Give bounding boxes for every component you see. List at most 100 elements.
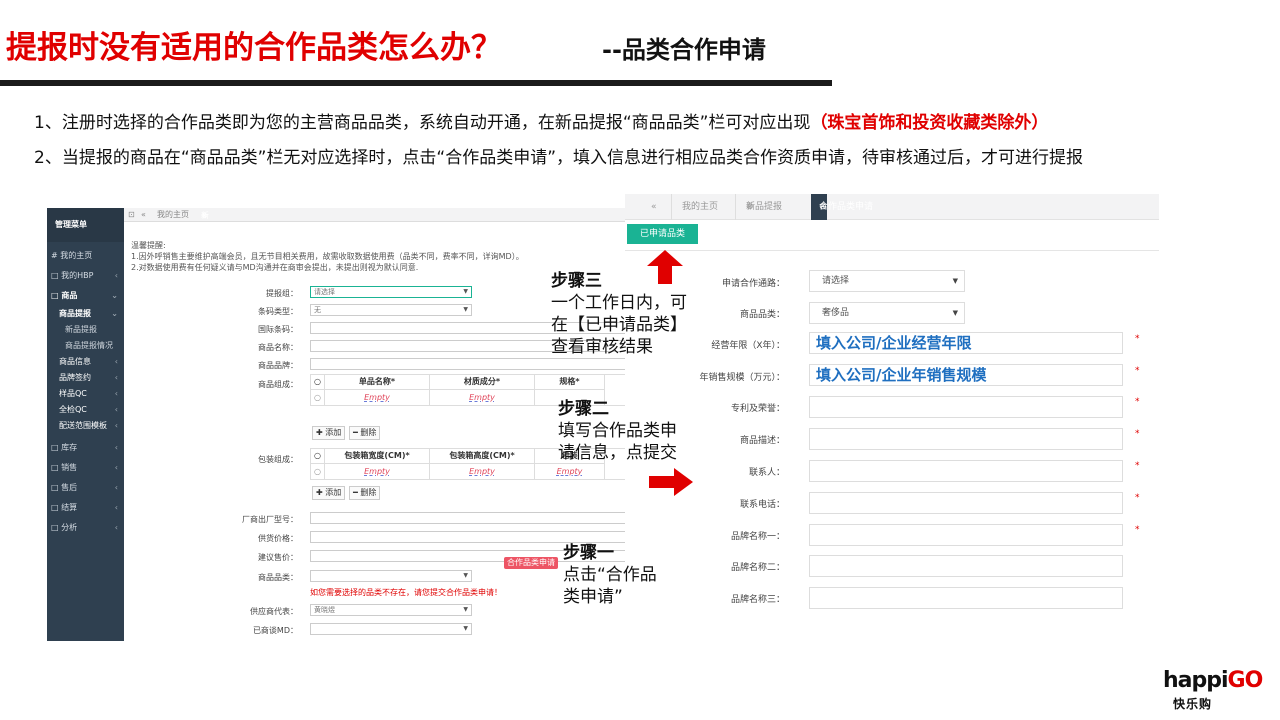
column-header: 规格* bbox=[535, 375, 605, 389]
sidebar-item-product[interactable]: □ 商品 ⌄ bbox=[47, 286, 124, 306]
chevron-down-icon: ⌄ bbox=[111, 291, 118, 300]
tab-cooperation-apply[interactable]: 合作品类申请 ⊗ bbox=[811, 194, 873, 220]
close-icon[interactable]: ⊗ bbox=[819, 194, 827, 220]
divider bbox=[625, 250, 1159, 251]
report-group-select[interactable]: 请选择 ▼ bbox=[310, 286, 472, 298]
required-mark: * bbox=[1135, 493, 1140, 503]
md-select[interactable]: ▼ bbox=[310, 623, 472, 635]
column-header: 包装箱高度(CM)* bbox=[430, 449, 535, 463]
tab-new-report[interactable]: 新品提报 ⊗ bbox=[735, 194, 782, 220]
table-cell[interactable]: Empty bbox=[430, 389, 535, 405]
chevron-left-icon: ‹ bbox=[114, 463, 118, 472]
years-input[interactable]: 填入公司/企业经营年限 bbox=[809, 332, 1123, 354]
product-desc-input[interactable] bbox=[809, 428, 1123, 450]
table-cell[interactable]: Empty bbox=[535, 463, 605, 479]
barcode-type-select[interactable]: 无 ▼ bbox=[310, 304, 472, 316]
row-select-icon[interactable]: ○ bbox=[311, 463, 325, 479]
sidebar-item-aftersale[interactable]: □ 售后 ‹ bbox=[47, 478, 124, 498]
tab-scroll-icon[interactable]: ⊡ bbox=[128, 209, 135, 221]
required-mark: * bbox=[1135, 429, 1140, 439]
channel-select[interactable]: 请选择 ▼ bbox=[809, 270, 965, 292]
step-1-annotation: 步骤一 点击“合作品 类申请” bbox=[563, 542, 657, 608]
sidebar-item-product-report[interactable]: 商品提报 ⌄ bbox=[47, 306, 124, 322]
table-cell[interactable]: Empty bbox=[325, 463, 430, 479]
sidebar-item-label: 商品信息 bbox=[59, 357, 91, 366]
sidebar-item-new-report[interactable]: 新品提报 bbox=[47, 322, 124, 338]
brand-name-2-input[interactable] bbox=[809, 555, 1123, 577]
tab-label: 合作品类申请 bbox=[819, 202, 874, 212]
logo-wordmark: happiGO bbox=[1163, 668, 1264, 693]
product-brand-input[interactable] bbox=[310, 358, 627, 370]
contact-input[interactable] bbox=[809, 460, 1123, 482]
brand-name-1-input[interactable] bbox=[809, 524, 1123, 546]
field-label: 供货价格： bbox=[258, 534, 298, 543]
row-select-icon: ○ bbox=[311, 375, 325, 389]
select-value: 无 bbox=[314, 306, 321, 314]
brand-name-3-input[interactable] bbox=[809, 587, 1123, 609]
field-label: 国际条码： bbox=[258, 325, 298, 334]
sidebar-item-sample-qc[interactable]: 样品QC ‹ bbox=[47, 386, 124, 402]
plus-icon: ✚ bbox=[316, 428, 323, 437]
table-cell[interactable]: Empty bbox=[325, 389, 430, 405]
caret-down-icon: ▼ bbox=[952, 277, 958, 285]
chevron-left-icon: ‹ bbox=[114, 483, 118, 492]
double-left-icon[interactable]: « bbox=[141, 209, 146, 221]
button-label: 删除 bbox=[360, 428, 377, 437]
required-mark: * bbox=[1135, 397, 1140, 407]
happigo-logo: happiGO 快乐购 bbox=[1163, 668, 1275, 712]
tab-home[interactable]: 我的主页 bbox=[157, 209, 189, 221]
sidebar-item-settlement[interactable]: □ 结算 ‹ bbox=[47, 498, 124, 518]
add-row-button[interactable]: ✚ 添加 bbox=[312, 426, 346, 440]
sidebar-item-delivery-template[interactable]: 配送范围模板 ‹ bbox=[47, 418, 124, 434]
chevron-left-icon: ‹ bbox=[114, 405, 118, 414]
required-mark: * bbox=[1135, 525, 1140, 535]
step-2-line-2: 请信息，点提交 bbox=[558, 443, 677, 463]
sidebar-item-label: □ 分析 bbox=[51, 523, 78, 532]
management-sidebar: 管理菜单 # 我的主页 □ 我的HBP ‹ □ 商品 ⌄ 商品提报 ⌄ 新品提报 商品… bbox=[47, 208, 124, 641]
step-3-line-1: 一个工作日内，可 bbox=[551, 293, 687, 313]
double-left-icon[interactable]: « bbox=[651, 194, 657, 220]
close-icon[interactable]: ⊗ bbox=[746, 194, 754, 220]
description-line-1: 1、注册时选择的合作品类即为您的主营商品品类，系统自动开通，在新品提报“商品品类… bbox=[34, 108, 1048, 133]
close-icon[interactable]: ⊗ bbox=[201, 210, 208, 222]
annual-sales-input[interactable]: 填入公司/企业年销售规模 bbox=[809, 364, 1123, 386]
cooperation-category-apply-button[interactable]: 合作品类申请 bbox=[504, 557, 558, 569]
field-label: 条码类型： bbox=[258, 307, 298, 316]
add-row-button[interactable]: ✚ 添加 bbox=[312, 486, 346, 500]
table-cell[interactable]: Empty bbox=[430, 463, 535, 479]
button-label: 删除 bbox=[360, 488, 377, 497]
sidebar-item-analysis[interactable]: □ 分析 ‹ bbox=[47, 518, 124, 538]
select-value: 请选择 bbox=[314, 288, 335, 296]
category-select[interactable]: ▼ bbox=[310, 570, 472, 582]
field-label: 供应商代表： bbox=[250, 607, 298, 616]
sidebar-item-label: 全检QC bbox=[59, 405, 87, 414]
patent-honor-input[interactable] bbox=[809, 396, 1123, 418]
field-label: 商品组成： bbox=[258, 380, 298, 389]
new-product-report-screenshot: 管理菜单 # 我的主页 □ 我的HBP ‹ □ 商品 ⌄ 商品提报 ⌄ 新品提报 商品… bbox=[47, 208, 627, 641]
category-select[interactable]: 奢侈品 ▼ bbox=[809, 302, 965, 324]
tab-home[interactable]: 我的主页 bbox=[671, 194, 718, 220]
sidebar-item-sales[interactable]: □ 销售 ‹ bbox=[47, 458, 124, 478]
sidebar-item-my-hbp[interactable]: □ 我的HBP ‹ bbox=[47, 266, 124, 286]
delete-row-button[interactable]: ━ 删除 bbox=[349, 486, 381, 500]
title-underline bbox=[0, 80, 832, 86]
phone-input[interactable] bbox=[809, 492, 1123, 514]
field-label: 提报组： bbox=[266, 289, 298, 298]
supplier-rep-select[interactable]: 黄晓煜 ▼ bbox=[310, 604, 472, 616]
applied-category-button[interactable]: 已申请品类 bbox=[627, 224, 698, 244]
sidebar-item-product-info[interactable]: 商品信息 ‹ bbox=[47, 354, 124, 370]
row-select-icon[interactable]: ○ bbox=[311, 389, 325, 405]
delete-row-button[interactable]: ━ 删除 bbox=[349, 426, 381, 440]
sidebar-item-home[interactable]: # 我的主页 bbox=[47, 246, 124, 266]
button-label: 添加 bbox=[325, 428, 342, 437]
field-label: 品牌名称一： bbox=[730, 532, 785, 542]
sidebar-item-full-qc[interactable]: 全检QC ‹ bbox=[47, 402, 124, 418]
sidebar-item-brand-sign[interactable]: 品牌签约 ‹ bbox=[47, 370, 124, 386]
logo-text-go: GO bbox=[1227, 668, 1264, 693]
step-1-line-2: 类申请” bbox=[563, 587, 623, 607]
logo-chinese: 快乐购 bbox=[1173, 697, 1213, 711]
sidebar-item-report-status[interactable]: 商品提报情况 bbox=[47, 338, 124, 354]
factory-model-input[interactable] bbox=[310, 512, 627, 524]
sidebar-item-stock[interactable]: □ 库存 ‹ bbox=[47, 438, 124, 458]
description-line-1-highlight: （珠宝首饰和投资收藏类除外） bbox=[810, 113, 1049, 133]
